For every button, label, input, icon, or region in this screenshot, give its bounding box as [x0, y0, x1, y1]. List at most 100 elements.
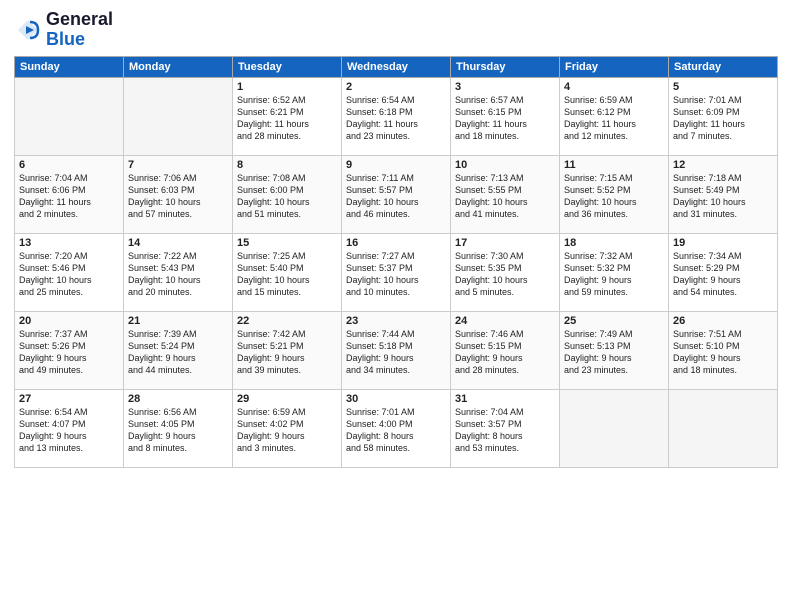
calendar-cell: 15Sunrise: 7:25 AMSunset: 5:40 PMDayligh… [233, 233, 342, 311]
day-number: 25 [564, 315, 664, 327]
calendar-cell: 9Sunrise: 7:11 AMSunset: 5:57 PMDaylight… [342, 155, 451, 233]
day-number: 19 [673, 237, 773, 249]
cell-text: Sunrise: 7:32 AMSunset: 5:32 PMDaylight:… [564, 250, 664, 299]
cell-text: Sunrise: 7:04 AMSunset: 3:57 PMDaylight:… [455, 406, 555, 455]
cell-text: Sunrise: 7:27 AMSunset: 5:37 PMDaylight:… [346, 250, 446, 299]
calendar-cell [669, 389, 778, 467]
cell-text: Sunrise: 7:04 AMSunset: 6:06 PMDaylight:… [19, 172, 119, 221]
cell-text: Sunrise: 7:06 AMSunset: 6:03 PMDaylight:… [128, 172, 228, 221]
calendar-cell: 29Sunrise: 6:59 AMSunset: 4:02 PMDayligh… [233, 389, 342, 467]
day-number: 11 [564, 159, 664, 171]
day-number: 21 [128, 315, 228, 327]
calendar-cell: 12Sunrise: 7:18 AMSunset: 5:49 PMDayligh… [669, 155, 778, 233]
cell-text: Sunrise: 7:37 AMSunset: 5:26 PMDaylight:… [19, 328, 119, 377]
cell-text: Sunrise: 7:51 AMSunset: 5:10 PMDaylight:… [673, 328, 773, 377]
calendar-cell: 16Sunrise: 7:27 AMSunset: 5:37 PMDayligh… [342, 233, 451, 311]
weekday-header-row: SundayMondayTuesdayWednesdayThursdayFrid… [15, 56, 778, 77]
calendar-cell: 11Sunrise: 7:15 AMSunset: 5:52 PMDayligh… [560, 155, 669, 233]
calendar-cell: 2Sunrise: 6:54 AMSunset: 6:18 PMDaylight… [342, 77, 451, 155]
cell-text: Sunrise: 7:30 AMSunset: 5:35 PMDaylight:… [455, 250, 555, 299]
weekday-thursday: Thursday [451, 56, 560, 77]
day-number: 24 [455, 315, 555, 327]
weekday-tuesday: Tuesday [233, 56, 342, 77]
calendar-row-3: 20Sunrise: 7:37 AMSunset: 5:26 PMDayligh… [15, 311, 778, 389]
cell-text: Sunrise: 7:01 AMSunset: 6:09 PMDaylight:… [673, 94, 773, 143]
calendar-cell: 21Sunrise: 7:39 AMSunset: 5:24 PMDayligh… [124, 311, 233, 389]
header: General Blue [14, 10, 778, 50]
cell-text: Sunrise: 7:20 AMSunset: 5:46 PMDaylight:… [19, 250, 119, 299]
calendar-page: General Blue SundayMondayTuesdayWednesda… [0, 0, 792, 612]
day-number: 14 [128, 237, 228, 249]
calendar-cell: 28Sunrise: 6:56 AMSunset: 4:05 PMDayligh… [124, 389, 233, 467]
day-number: 22 [237, 315, 337, 327]
calendar-cell: 6Sunrise: 7:04 AMSunset: 6:06 PMDaylight… [15, 155, 124, 233]
cell-text: Sunrise: 7:13 AMSunset: 5:55 PMDaylight:… [455, 172, 555, 221]
cell-text: Sunrise: 6:54 AMSunset: 4:07 PMDaylight:… [19, 406, 119, 455]
cell-text: Sunrise: 6:56 AMSunset: 4:05 PMDaylight:… [128, 406, 228, 455]
calendar-cell: 8Sunrise: 7:08 AMSunset: 6:00 PMDaylight… [233, 155, 342, 233]
day-number: 12 [673, 159, 773, 171]
calendar-row-4: 27Sunrise: 6:54 AMSunset: 4:07 PMDayligh… [15, 389, 778, 467]
day-number: 15 [237, 237, 337, 249]
calendar-cell: 19Sunrise: 7:34 AMSunset: 5:29 PMDayligh… [669, 233, 778, 311]
calendar-cell [124, 77, 233, 155]
calendar-cell: 14Sunrise: 7:22 AMSunset: 5:43 PMDayligh… [124, 233, 233, 311]
cell-text: Sunrise: 7:39 AMSunset: 5:24 PMDaylight:… [128, 328, 228, 377]
day-number: 17 [455, 237, 555, 249]
cell-text: Sunrise: 7:15 AMSunset: 5:52 PMDaylight:… [564, 172, 664, 221]
cell-text: Sunrise: 7:49 AMSunset: 5:13 PMDaylight:… [564, 328, 664, 377]
calendar-cell: 22Sunrise: 7:42 AMSunset: 5:21 PMDayligh… [233, 311, 342, 389]
day-number: 5 [673, 81, 773, 93]
day-number: 7 [128, 159, 228, 171]
calendar-cell: 27Sunrise: 6:54 AMSunset: 4:07 PMDayligh… [15, 389, 124, 467]
cell-text: Sunrise: 6:54 AMSunset: 6:18 PMDaylight:… [346, 94, 446, 143]
day-number: 27 [19, 393, 119, 405]
day-number: 9 [346, 159, 446, 171]
calendar-cell: 20Sunrise: 7:37 AMSunset: 5:26 PMDayligh… [15, 311, 124, 389]
cell-text: Sunrise: 7:44 AMSunset: 5:18 PMDaylight:… [346, 328, 446, 377]
calendar-cell [560, 389, 669, 467]
day-number: 10 [455, 159, 555, 171]
day-number: 26 [673, 315, 773, 327]
day-number: 1 [237, 81, 337, 93]
cell-text: Sunrise: 6:52 AMSunset: 6:21 PMDaylight:… [237, 94, 337, 143]
cell-text: Sunrise: 6:59 AMSunset: 4:02 PMDaylight:… [237, 406, 337, 455]
cell-text: Sunrise: 7:11 AMSunset: 5:57 PMDaylight:… [346, 172, 446, 221]
day-number: 28 [128, 393, 228, 405]
cell-text: Sunrise: 6:57 AMSunset: 6:15 PMDaylight:… [455, 94, 555, 143]
day-number: 3 [455, 81, 555, 93]
logo-blue: Blue [46, 29, 85, 49]
day-number: 30 [346, 393, 446, 405]
cell-text: Sunrise: 6:59 AMSunset: 6:12 PMDaylight:… [564, 94, 664, 143]
calendar-cell: 4Sunrise: 6:59 AMSunset: 6:12 PMDaylight… [560, 77, 669, 155]
calendar-cell: 5Sunrise: 7:01 AMSunset: 6:09 PMDaylight… [669, 77, 778, 155]
weekday-sunday: Sunday [15, 56, 124, 77]
calendar-row-0: 1Sunrise: 6:52 AMSunset: 6:21 PMDaylight… [15, 77, 778, 155]
calendar-row-1: 6Sunrise: 7:04 AMSunset: 6:06 PMDaylight… [15, 155, 778, 233]
cell-text: Sunrise: 7:46 AMSunset: 5:15 PMDaylight:… [455, 328, 555, 377]
logo-icon [14, 16, 42, 44]
calendar-table: SundayMondayTuesdayWednesdayThursdayFrid… [14, 56, 778, 468]
day-number: 16 [346, 237, 446, 249]
weekday-monday: Monday [124, 56, 233, 77]
calendar-cell: 1Sunrise: 6:52 AMSunset: 6:21 PMDaylight… [233, 77, 342, 155]
logo: General Blue [14, 10, 113, 50]
cell-text: Sunrise: 7:18 AMSunset: 5:49 PMDaylight:… [673, 172, 773, 221]
calendar-cell: 3Sunrise: 6:57 AMSunset: 6:15 PMDaylight… [451, 77, 560, 155]
calendar-cell: 30Sunrise: 7:01 AMSunset: 4:00 PMDayligh… [342, 389, 451, 467]
logo-general: General [46, 9, 113, 29]
weekday-saturday: Saturday [669, 56, 778, 77]
day-number: 13 [19, 237, 119, 249]
day-number: 23 [346, 315, 446, 327]
calendar-cell: 26Sunrise: 7:51 AMSunset: 5:10 PMDayligh… [669, 311, 778, 389]
day-number: 31 [455, 393, 555, 405]
calendar-cell: 17Sunrise: 7:30 AMSunset: 5:35 PMDayligh… [451, 233, 560, 311]
calendar-cell: 18Sunrise: 7:32 AMSunset: 5:32 PMDayligh… [560, 233, 669, 311]
calendar-cell: 7Sunrise: 7:06 AMSunset: 6:03 PMDaylight… [124, 155, 233, 233]
day-number: 6 [19, 159, 119, 171]
cell-text: Sunrise: 7:08 AMSunset: 6:00 PMDaylight:… [237, 172, 337, 221]
day-number: 18 [564, 237, 664, 249]
calendar-cell: 10Sunrise: 7:13 AMSunset: 5:55 PMDayligh… [451, 155, 560, 233]
weekday-wednesday: Wednesday [342, 56, 451, 77]
calendar-row-2: 13Sunrise: 7:20 AMSunset: 5:46 PMDayligh… [15, 233, 778, 311]
